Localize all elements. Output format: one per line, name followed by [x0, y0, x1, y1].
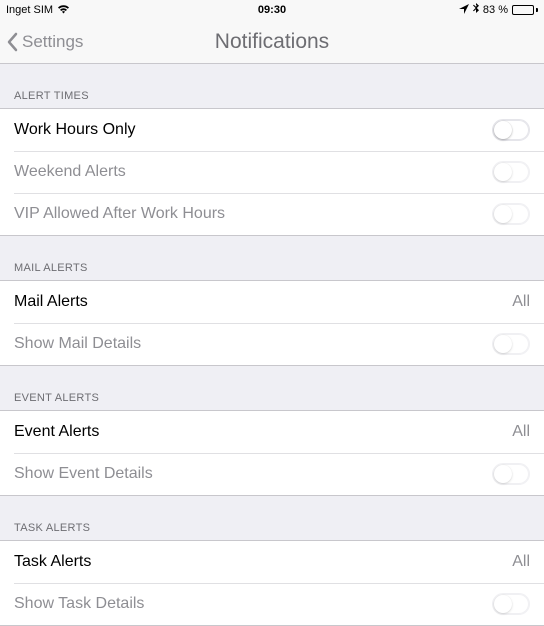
- toggle-event-details: [492, 463, 530, 485]
- section-header-event-alerts: EVENT ALERTS: [0, 366, 544, 410]
- row-show-event-details: Show Event Details: [0, 453, 544, 495]
- status-time: 09:30: [258, 4, 286, 16]
- row-event-alerts[interactable]: Event Alerts All: [0, 411, 544, 453]
- row-label: Work Hours Only: [14, 121, 136, 139]
- row-show-task-details: Show Task Details: [0, 583, 544, 625]
- row-label: Show Mail Details: [14, 335, 141, 353]
- toggle-vip: [492, 203, 530, 225]
- group-task-alerts: Task Alerts All Show Task Details: [0, 540, 544, 626]
- page-title: Notifications: [215, 30, 329, 54]
- row-mail-alerts[interactable]: Mail Alerts All: [0, 281, 544, 323]
- battery-percent: 83 %: [483, 4, 508, 16]
- row-value: All: [512, 553, 530, 571]
- row-value: All: [512, 293, 530, 311]
- toggle-task-details: [492, 593, 530, 615]
- back-button[interactable]: Settings: [0, 32, 83, 52]
- section-header-alert-times: ALERT TIMES: [0, 64, 544, 108]
- row-work-hours-only[interactable]: Work Hours Only: [0, 109, 544, 151]
- toggle-weekend: [492, 161, 530, 183]
- section-header-task-alerts: TASK ALERTS: [0, 496, 544, 540]
- row-label: Mail Alerts: [14, 293, 88, 311]
- row-label: Show Task Details: [14, 595, 144, 613]
- row-label: VIP Allowed After Work Hours: [14, 205, 225, 223]
- row-show-mail-details: Show Mail Details: [0, 323, 544, 365]
- row-task-alerts[interactable]: Task Alerts All: [0, 541, 544, 583]
- nav-bar: Settings Notifications: [0, 20, 544, 64]
- row-label: Task Alerts: [14, 553, 91, 571]
- group-event-alerts: Event Alerts All Show Event Details: [0, 410, 544, 496]
- location-icon: [459, 4, 469, 17]
- section-header-mail-alerts: MAIL ALERTS: [0, 236, 544, 280]
- group-mail-alerts: Mail Alerts All Show Mail Details: [0, 280, 544, 366]
- bluetooth-icon: [473, 3, 479, 17]
- carrier-label: Inget SIM: [6, 4, 53, 16]
- row-value: All: [512, 423, 530, 441]
- status-bar: Inget SIM 09:30 83 %: [0, 0, 544, 20]
- row-label: Event Alerts: [14, 423, 99, 441]
- battery-icon: [512, 5, 538, 15]
- chevron-left-icon: [6, 32, 18, 52]
- wifi-icon: [57, 4, 70, 17]
- row-vip-after-hours: VIP Allowed After Work Hours: [0, 193, 544, 235]
- group-alert-times: Work Hours Only Weekend Alerts VIP Allow…: [0, 108, 544, 236]
- toggle-work-hours[interactable]: [492, 119, 530, 141]
- row-label: Weekend Alerts: [14, 163, 126, 181]
- back-label: Settings: [22, 32, 83, 52]
- toggle-mail-details: [492, 333, 530, 355]
- row-weekend-alerts: Weekend Alerts: [0, 151, 544, 193]
- row-label: Show Event Details: [14, 465, 153, 483]
